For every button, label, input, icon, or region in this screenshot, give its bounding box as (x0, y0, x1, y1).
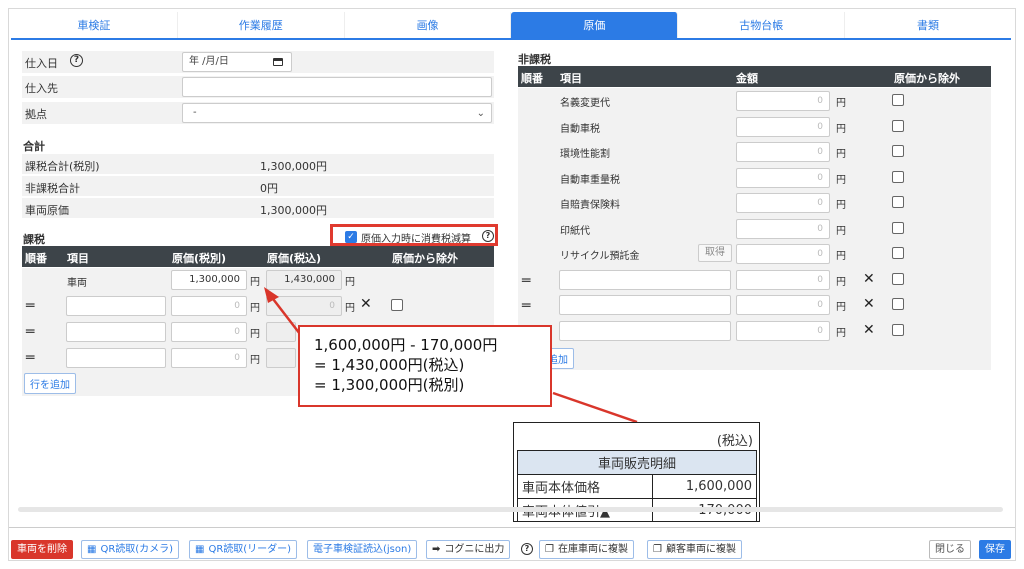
copy-icon: ❐ (545, 544, 554, 555)
save-label: 保存 (985, 544, 1005, 555)
qr-icon: ▦ (87, 544, 97, 555)
receipt-label: 車両本体価格 (517, 474, 653, 499)
arrow-line-to-cost (269, 294, 301, 335)
qr-camera-label: QR読取(カメラ) (100, 544, 174, 555)
receipt-amount: 1,600,000 (651, 474, 758, 499)
close-label: 閉じる (935, 544, 965, 555)
qr-camera-button[interactable]: ▦ QR読取(カメラ) (81, 540, 180, 559)
annotation-arrows (264, 287, 638, 424)
qr-reader-button[interactable]: ▦ QR読取(リーダー) (189, 540, 298, 559)
help-icon[interactable]: ? (521, 543, 533, 555)
footer-toolbar: 車両を削除 ▦ QR読取(カメラ) ▦ QR読取(リーダー) 電子車検証読込(jso… (9, 527, 1015, 561)
copy-customer-label: 顧客車両に複製 (665, 544, 736, 555)
save-button[interactable]: 保存 (979, 540, 1011, 559)
close-button[interactable]: 閉じる (929, 540, 971, 559)
delete-vehicle-button[interactable]: 車両を削除 (11, 540, 73, 559)
arrow-head (264, 287, 279, 303)
qr-reader-label: QR読取(リーダー) (208, 544, 292, 555)
kogoni-label: コグニに出力 (444, 544, 505, 555)
callout-line: = 1,430,000円(税込) (314, 356, 465, 374)
qr-icon: ▦ (195, 544, 205, 555)
callout-line: = 1,300,000円(税別) (314, 376, 465, 394)
kogoni-export-button[interactable]: ➡ コグニに出力 (426, 540, 511, 559)
e-inspection-button[interactable]: 電子車検証読込(json) (307, 540, 418, 559)
table-row: 車両本体価格 1,600,000 (517, 474, 758, 499)
calculation-callout: 1,600,000円 - 170,000円 = 1,430,000円(税込) =… (298, 325, 552, 407)
e-inspection-label: 電子車検証読込(json) (313, 544, 412, 555)
tax-included-note: (税込) (716, 434, 753, 449)
copy-icon: ❐ (653, 544, 662, 555)
arrow-line-to-receipt (552, 391, 638, 424)
callout-line: 1,600,000円 - 170,000円 (314, 336, 498, 354)
receipt-title: 車両販売明細 (517, 450, 757, 475)
export-icon: ➡ (432, 544, 441, 555)
horizontal-scrollbar[interactable] (18, 507, 1003, 512)
copy-to-stock-button[interactable]: ❐ 在庫車両に複製 (539, 540, 634, 559)
delete-vehicle-label: 車両を削除 (17, 544, 67, 555)
copy-to-customer-button[interactable]: ❐ 顧客車両に複製 (647, 540, 742, 559)
copy-stock-label: 在庫車両に複製 (557, 544, 628, 555)
